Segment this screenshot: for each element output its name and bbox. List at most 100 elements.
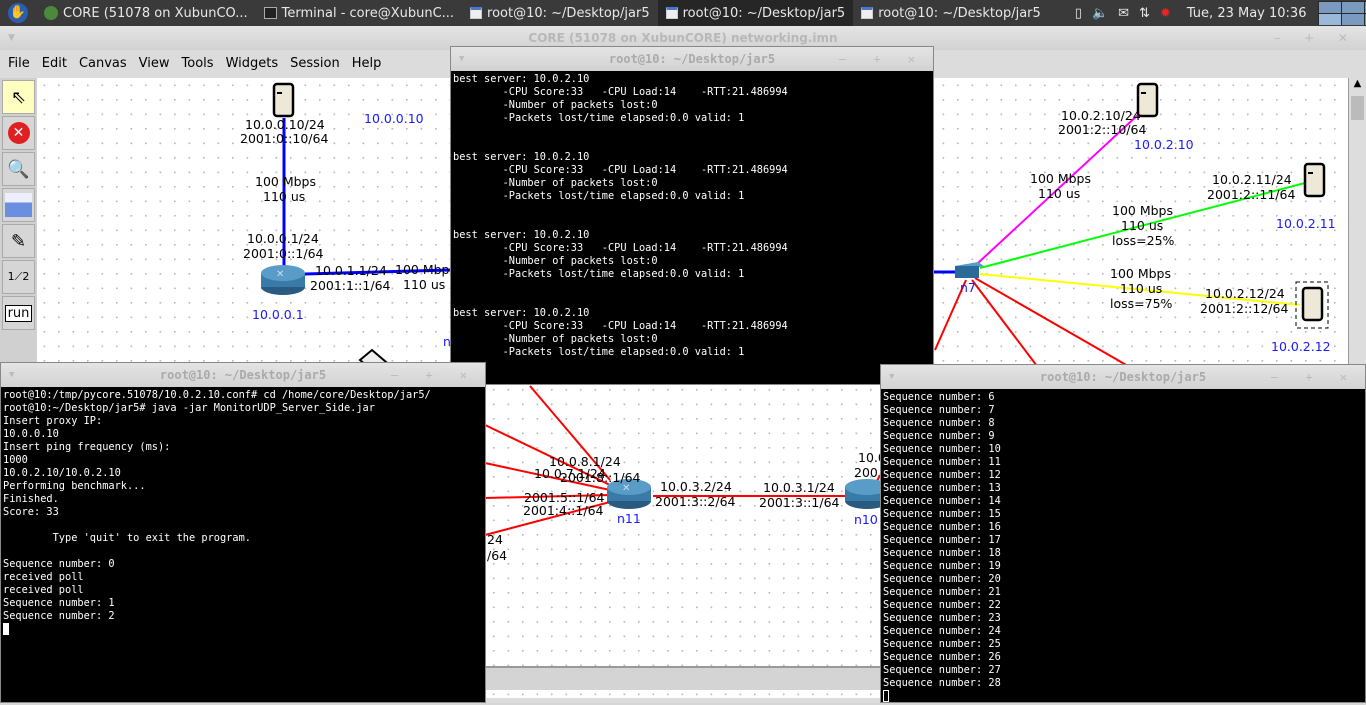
node-label[interactable]: 10.0.2.10 — [1134, 138, 1194, 152]
menu-session[interactable]: Session — [284, 56, 346, 71]
iface-label: 10.0.0.1/24 — [247, 231, 319, 246]
link-label: 100 Mbps — [1030, 171, 1091, 186]
throughput-button[interactable] — [2, 188, 35, 222]
select-tool-button[interactable]: ⇖ — [2, 80, 35, 114]
link-label: 110 us — [403, 277, 446, 292]
window-title: CORE (51078 on XubunCORE) networking.imn — [528, 31, 838, 45]
terminal-window-right[interactable]: ▼ root@10: ~/Desktop/jar5– + ✕ Sequence n… — [880, 364, 1366, 703]
zoom-tool-button[interactable]: 🔍 — [2, 152, 35, 186]
link-label: 110 us — [263, 189, 306, 204]
two-node-button[interactable]: 1⟋2 — [2, 260, 35, 294]
iface-label: 2001:1::1/64 — [310, 278, 391, 293]
link-label: 100 Mbp — [395, 262, 450, 277]
iface-label: 2001:3::2/64 — [655, 494, 736, 509]
canvas-horizontal-scrollbar[interactable] — [485, 666, 880, 690]
iface-label: 200 — [854, 465, 878, 480]
task-terminal[interactable]: Terminal - core@XubunC... — [256, 0, 462, 26]
workspace-switcher[interactable] — [1318, 1, 1366, 25]
menu-tools[interactable]: Tools — [176, 56, 220, 71]
iface-label: 2001:0::1/64 — [243, 246, 324, 261]
link-label: loss=75% — [1110, 296, 1173, 311]
window-title: root@10: ~/Desktop/jar5 — [608, 52, 776, 66]
server-report: best server: 10.0.2.10 -CPU Score:33 -CP… — [453, 229, 788, 280]
menu-file[interactable]: File — [2, 56, 36, 71]
router-node-icon: ✕ — [261, 265, 305, 295]
menu-edit[interactable]: Edit — [36, 56, 73, 71]
node-label[interactable]: n11 — [617, 512, 641, 526]
magnifier-icon: 🔍 — [7, 158, 30, 180]
whisker-menu-button[interactable]: ✋ — [0, 0, 36, 26]
battery-icon[interactable]: ▯ — [1075, 6, 1082, 21]
task-root-1[interactable]: root@10: ~/Desktop/jar5 — [462, 0, 658, 26]
xfce-mouse-icon: ✋ — [8, 3, 28, 23]
window-controls[interactable]: – + ✕ — [391, 363, 477, 387]
iface-label: 2001:8::1/64 — [560, 470, 641, 485]
scroll-thumb[interactable] — [1351, 96, 1364, 120]
terminal-titlebar[interactable]: ▼ root@10: ~/Desktop/jar5– + ✕ — [881, 365, 1365, 389]
terminal-titlebar[interactable]: ▼ root@10: ~/Desktop/jar5– + ✕ — [451, 47, 933, 71]
link — [971, 279, 1041, 371]
window-icon — [470, 7, 483, 19]
link-label: loss=25% — [1112, 233, 1175, 248]
iface-label: 2001:3::1/64 — [759, 495, 840, 510]
window-icon — [665, 7, 678, 19]
menu-canvas[interactable]: Canvas — [73, 56, 133, 71]
network-icon[interactable]: ⇅ — [1139, 6, 1150, 21]
terminal-output[interactable]: Sequence number: 6 Sequence number: 7 Se… — [881, 389, 1365, 705]
pencil-icon: ✎ — [10, 230, 27, 252]
task-root-2[interactable]: root@10: ~/Desktop/jar5 — [657, 0, 854, 26]
window-controls[interactable]: – + ✕ — [1274, 26, 1358, 50]
clock[interactable]: Tue, 23 May 10:36 — [1179, 0, 1315, 26]
update-alert-icon[interactable]: ✹ — [1160, 6, 1171, 21]
server-node-icon — [272, 82, 295, 118]
terminal-window-left[interactable]: ▼ root@10: ~/Desktop/jar5– + ✕ root@10:/t… — [0, 362, 486, 703]
task-label: CORE (51078 on XubunCO... — [63, 5, 248, 21]
iface-label: 2001:2::12/64 — [1200, 301, 1289, 316]
menu-widgets[interactable]: Widgets — [220, 56, 285, 71]
iface-label: /64 — [487, 548, 508, 563]
window-controls[interactable]: – + ✕ — [1271, 365, 1357, 389]
text-cursor — [883, 690, 889, 702]
terminal-icon — [263, 7, 277, 19]
iface-label: 10.0.3.2/24 — [660, 479, 732, 494]
iface-label: 10.0.2.10/24 — [1061, 108, 1141, 123]
iface-label: 10.0.2.11/24 — [1212, 172, 1292, 187]
node-label[interactable]: 10.0.2.11 — [1276, 217, 1336, 231]
stop-button[interactable]: ✕ — [2, 116, 35, 150]
terminal-output[interactable]: root@10:/tmp/pycore.51078/10.0.2.10.conf… — [1, 387, 485, 638]
terminal-text: root@10:/tmp/pycore.51078/10.0.2.10.conf… — [3, 389, 431, 622]
task-label: Terminal - core@XubunC... — [281, 5, 455, 21]
link — [974, 277, 1136, 371]
server-report: best server: 10.0.2.10 -CPU Score:33 -CP… — [453, 151, 788, 202]
node-label[interactable]: n7 — [960, 281, 976, 295]
menu-view[interactable]: View — [133, 56, 176, 71]
terminal-titlebar[interactable]: ▼ root@10: ~/Desktop/jar5– + ✕ — [1, 363, 485, 387]
iface-label: 2001:0::10/64 — [240, 131, 329, 146]
node-label[interactable]: 10.0.0.1 — [252, 308, 304, 322]
terminal-window-top[interactable]: ▼ root@10: ~/Desktop/jar5– + ✕ best serve… — [450, 46, 934, 385]
task-core[interactable]: CORE (51078 on XubunCO... — [36, 0, 256, 26]
window-controls[interactable]: – + ✕ — [839, 47, 925, 71]
scroll-up-icon[interactable]: ▲ — [1349, 78, 1366, 94]
run-button[interactable]: run — [2, 296, 35, 330]
volume-icon[interactable]: 🔈 — [1092, 6, 1108, 21]
server-report: best server: 10.0.2.10 -CPU Score:33 -CP… — [453, 307, 788, 358]
link-label: 110 us — [1121, 218, 1164, 233]
node-label[interactable]: 10.0.0.10 — [364, 112, 424, 126]
iface-label: 10.0.2.12/24 — [1205, 286, 1285, 301]
terminal-output[interactable]: best server: 10.0.2.10 -CPU Score:33 -CP… — [451, 71, 933, 361]
menu-help[interactable]: Help — [346, 56, 388, 71]
task-root-3[interactable]: root@10: ~/Desktop/jar5 — [853, 0, 1049, 26]
cursor-icon: ⇖ — [10, 86, 27, 108]
node-label[interactable]: 10.0.2.12 — [1271, 340, 1331, 354]
marker-button[interactable]: ✎ — [2, 224, 35, 258]
server-node-icon — [1303, 162, 1326, 198]
systray: ▯ 🔈 ✉ ⇅ ✹ — [1067, 0, 1179, 26]
taskbar: ✋ CORE (51078 on XubunCO... Terminal - c… — [0, 0, 1366, 26]
node-label[interactable]: n10 — [854, 513, 878, 527]
server-report: best server: 10.0.2.10 -CPU Score:33 -CP… — [453, 73, 788, 124]
window-icon — [861, 7, 874, 19]
mail-icon[interactable]: ✉ — [1118, 6, 1129, 21]
terminal-text: Sequence number: 6 Sequence number: 7 Se… — [883, 391, 1001, 689]
svg-text:✕: ✕ — [276, 269, 284, 280]
